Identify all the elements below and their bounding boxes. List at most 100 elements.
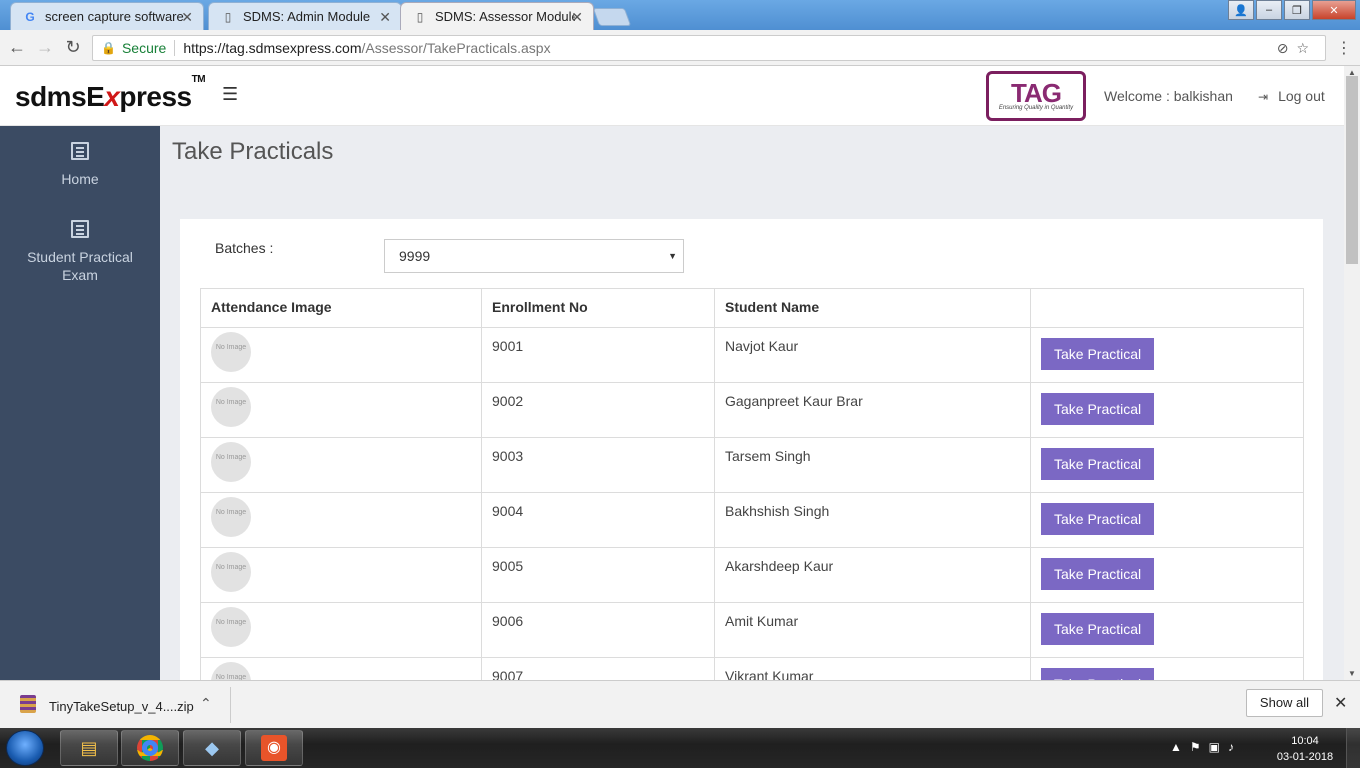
tag-logo: TAG Ensuring Quality in Quantity <box>986 71 1086 121</box>
url-path: /Assessor/TakePracticals.aspx <box>361 40 551 56</box>
student-name-cell: Gaganpreet Kaur Brar <box>714 382 1031 438</box>
take-practical-button[interactable]: Take Practical <box>1041 393 1155 425</box>
action-cell: Take Practical <box>1030 327 1304 383</box>
take-practical-button[interactable]: Take Practical <box>1041 448 1155 480</box>
table-body: No Image 9001 Navjot Kaur Take Practical No … <box>200 327 1304 680</box>
google-g-icon: G <box>25 9 35 24</box>
sidebar-item-home[interactable]: Home <box>0 142 160 188</box>
logout-label: Log out <box>1278 88 1325 104</box>
address-bar: ← → ↻ 🔒 Secure https://tag.sdmsexpress.c… <box>0 30 1360 66</box>
sidebar-item-label: Home <box>61 171 99 187</box>
minimize-button[interactable]: – <box>1256 0 1282 20</box>
close-window-button[interactable]: ✕ <box>1312 0 1356 20</box>
blocked-popup-icon[interactable]: ⊘ <box>1277 40 1297 56</box>
column-header-enrollment-no: Enrollment No <box>481 288 715 328</box>
page-scrollbar[interactable]: ▲ ▼ <box>1344 66 1360 680</box>
no-image-placeholder: No Image <box>211 497 251 537</box>
new-tab-button[interactable] <box>592 8 632 26</box>
table-header-row: Attendance Image Enrollment No Student N… <box>200 288 1304 328</box>
sidebar-item-label: Student Practical Exam <box>27 249 133 283</box>
attendance-image-cell: No Image <box>200 437 482 493</box>
enrollment-no-cell: 9005 <box>481 547 715 603</box>
no-image-placeholder: No Image <box>211 442 251 482</box>
bookmark-star-icon[interactable]: ☆ <box>1296 40 1317 56</box>
close-icon[interactable]: ✕ <box>379 9 391 26</box>
scrollbar-thumb[interactable] <box>1346 76 1358 264</box>
logout-link[interactable]: ⇥ Log out <box>1258 88 1325 104</box>
action-cell: Take Practical <box>1030 492 1304 548</box>
windows-start-icon[interactable] <box>6 730 44 766</box>
hamburger-menu-icon[interactable]: ☰ <box>222 84 238 105</box>
browser-tab-google[interactable]: G screen capture software ✕ <box>10 2 204 30</box>
show-desktop-button[interactable] <box>1346 728 1360 768</box>
list-icon <box>71 220 89 238</box>
tray-expand-icon[interactable]: ▲ <box>1170 740 1190 754</box>
list-icon <box>71 142 89 160</box>
browser-tab-label: screen capture software <box>45 9 184 24</box>
welcome-text: Welcome : balkishan <box>1104 88 1233 104</box>
restore-button[interactable]: ❐ <box>1284 0 1310 20</box>
taskbar: ▤ ◆ ◉ ▲⚑▣♪ 10:04 03-01-2018 <box>0 728 1360 768</box>
take-practical-button[interactable]: Take Practical <box>1041 668 1155 680</box>
browser-menu-icon[interactable]: ⋮ <box>1336 38 1352 58</box>
reload-icon[interactable]: ↻ <box>62 37 84 58</box>
browser-tab-label: SDMS: Assessor Module <box>435 9 575 24</box>
take-practical-button[interactable]: Take Practical <box>1041 503 1155 535</box>
screen-recorder-icon[interactable]: ◉ <box>245 730 303 766</box>
action-cell: Take Practical <box>1030 547 1304 603</box>
sidebar: Home Student Practical Exam <box>0 126 160 680</box>
take-practical-button[interactable]: Take Practical <box>1041 613 1155 645</box>
no-image-placeholder: No Image <box>211 662 251 680</box>
action-cell: Take Practical <box>1030 382 1304 438</box>
browser-tab-strip: G screen capture software ✕ ▯ SDMS: Admi… <box>0 0 1360 30</box>
batch-select-value: 9999 <box>399 248 431 264</box>
volume-icon[interactable]: ♪ <box>1228 740 1242 754</box>
browser-tab-admin[interactable]: ▯ SDMS: Admin Module ✕ <box>208 2 402 30</box>
batch-select[interactable]: 9999 ▼ <box>384 239 684 273</box>
browser-tab-assessor[interactable]: ▯ SDMS: Assessor Module ✕ <box>400 2 594 30</box>
page-title: Take Practicals <box>172 138 334 165</box>
url-input[interactable]: 🔒 Secure https://tag.sdmsexpress.com/Ass… <box>92 35 1326 61</box>
secure-label: Secure <box>121 40 167 56</box>
system-clock[interactable]: 10:04 03-01-2018 <box>1272 733 1338 765</box>
app-header: sdmsExpressTM ☰ TAG Ensuring Quality in … <box>0 66 1344 126</box>
student-name-cell: Amit Kumar <box>714 602 1031 658</box>
network-icon[interactable]: ▣ <box>1209 740 1228 754</box>
back-arrow-icon[interactable]: ← <box>6 37 28 58</box>
flag-icon[interactable]: ⚑ <box>1190 740 1209 754</box>
enrollment-no-cell: 9001 <box>481 327 715 383</box>
logo-tm: TM <box>191 73 206 85</box>
attendance-image-cell: No Image <box>200 657 482 680</box>
student-name-cell: Tarsem Singh <box>714 437 1031 493</box>
scroll-down-arrow-icon[interactable]: ▼ <box>1348 669 1356 678</box>
table-row: No Image 9001 Navjot Kaur Take Practical <box>200 327 1304 383</box>
table-row: No Image 9003 Tarsem Singh Take Practical <box>200 437 1304 493</box>
student-name-cell: Akarshdeep Kaur <box>714 547 1031 603</box>
student-name-cell: Navjot Kaur <box>714 327 1031 383</box>
chevron-up-icon[interactable]: ⌃ <box>200 695 212 712</box>
action-cell: Take Practical <box>1030 602 1304 658</box>
virtualbox-icon[interactable]: ◆ <box>183 730 241 766</box>
forward-arrow-icon[interactable]: → <box>34 37 56 58</box>
user-icon[interactable]: 👤 <box>1228 0 1254 20</box>
take-practical-button[interactable]: Take Practical <box>1041 338 1155 370</box>
batches-label: Batches : <box>215 240 274 256</box>
main-content: Take Practicals Batches : 9999 ▼ Attenda… <box>160 126 1344 680</box>
close-icon[interactable]: ✕ <box>571 9 583 26</box>
archive-icon <box>20 695 36 713</box>
sdmsexpress-logo[interactable]: sdmsExpressTM <box>15 74 206 113</box>
take-practical-button[interactable]: Take Practical <box>1041 558 1155 590</box>
lock-icon: 🔒 <box>101 41 116 55</box>
close-icon[interactable]: ✕ <box>1334 693 1347 713</box>
attendance-image-cell: No Image <box>200 327 482 383</box>
close-icon[interactable]: ✕ <box>181 9 193 26</box>
column-header-student-name: Student Name <box>714 288 1031 328</box>
no-image-placeholder: No Image <box>211 552 251 592</box>
download-file-name[interactable]: TinyTakeSetup_v_4....zip <box>49 699 194 714</box>
sidebar-item-student-practical-exam[interactable]: Student Practical Exam <box>0 220 160 284</box>
tag-logo-tagline: Ensuring Quality in Quantity <box>998 105 1074 111</box>
file-explorer-icon[interactable]: ▤ <box>60 730 118 766</box>
show-all-button[interactable]: Show all <box>1246 689 1323 717</box>
chrome-icon[interactable] <box>121 730 179 766</box>
table-row: No Image 9007Vikrant Kumar Take Practical <box>200 657 1304 680</box>
